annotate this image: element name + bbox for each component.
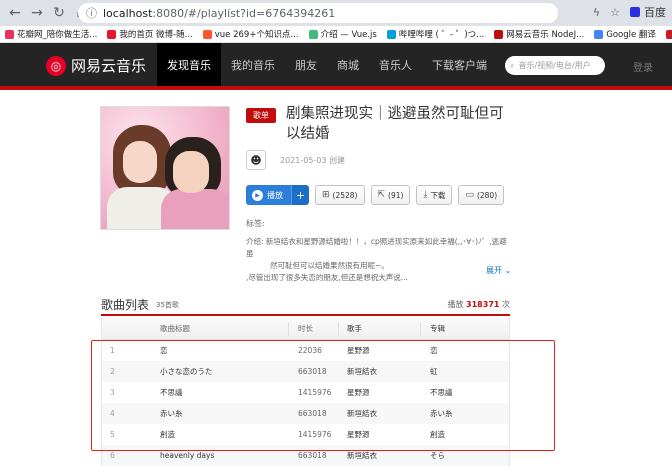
bookmark-item[interactable]: 我的首页 微博-随...	[102, 28, 197, 40]
songlist-heading: 歌曲列表	[101, 298, 150, 312]
comment-button[interactable]: ▭ (280)	[458, 185, 505, 205]
favorite-count: (2528)	[332, 190, 358, 200]
site-logo[interactable]: ◎ 网易云音乐	[46, 55, 146, 76]
bookmark-favicon-icon	[665, 29, 672, 39]
nav-item[interactable]: 下载客户端	[422, 43, 497, 86]
share-button[interactable]: ⇱ (91)	[370, 185, 411, 205]
bookmark-item[interactable]: 花瓣网_陪你做生活...	[0, 28, 102, 40]
nav-item[interactable]: 朋友	[285, 43, 327, 86]
bookmark-item[interactable]: Google 翻译	[589, 28, 661, 40]
expand-link[interactable]: 展开 ⌄	[486, 265, 511, 276]
highlight-box	[91, 340, 555, 451]
bookmark-item[interactable]: 网易云音乐 NodeJ...	[489, 28, 589, 40]
column-title: 歌曲标题	[160, 324, 190, 333]
main-nav: 发现音乐 我的音乐 朋友 商城 音乐人 下载客户端	[157, 43, 497, 86]
add-to-queue-button[interactable]: +	[291, 185, 309, 205]
download-icon: ⤓	[423, 190, 428, 200]
url-host: localhost	[103, 6, 153, 20]
nav-item[interactable]: 我的音乐	[221, 43, 285, 86]
bookmark-item[interactable]: 哔哩哔哩 ( ゜- ゜)つ...	[382, 28, 489, 40]
info-icon: ⓘ	[86, 7, 97, 20]
bookmark-favicon-icon	[308, 29, 318, 39]
expand-label: 展开	[486, 266, 502, 275]
bookmark-item[interactable]: 介绍 — Vue.js	[304, 28, 382, 40]
back-icon[interactable]: ←	[4, 2, 26, 24]
star-icon[interactable]: ☆	[610, 6, 620, 19]
songlist-header: 歌曲列表 35首歌 播放 318371 次	[101, 296, 510, 316]
play-icon: ▶	[252, 189, 263, 201]
play-button[interactable]: ▶ 播放 +	[246, 185, 309, 205]
bookmark-favicon-icon	[494, 29, 504, 39]
site-header: ◎ 网易云音乐 发现音乐 我的音乐 朋友 商城 音乐人 下载客户端 ⌕ 音乐/视频/电台/…	[0, 43, 672, 90]
column-album: 专辑	[430, 324, 445, 333]
playlist-cover-image	[100, 106, 230, 230]
baidu-icon	[630, 7, 640, 17]
creator-info: ☻ 2021-05-03 创建	[246, 150, 345, 170]
play-count: 播放 318371 次	[448, 299, 511, 310]
search-engine-box[interactable]: 百度	[630, 4, 666, 20]
creator-avatar[interactable]: ☻	[246, 150, 266, 170]
comment-count: (280)	[476, 190, 498, 200]
bookmark-item[interactable]: vue 269+个知识点...	[198, 28, 304, 40]
play-count-value: 318371	[466, 300, 500, 309]
playlist-badge: 歌单	[246, 108, 276, 123]
bookmark-favicon-icon	[594, 29, 604, 39]
nav-item[interactable]: 音乐人	[369, 43, 422, 86]
playlist-actions: ▶ 播放 + ⊞ (2528) ⇱ (91) ⤓ 下载 ▭ (280)	[246, 185, 505, 205]
bookmark-label: vue 269+个知识点...	[214, 30, 299, 40]
forward-icon[interactable]: →	[26, 2, 48, 24]
bookmark-favicon-icon	[386, 29, 396, 39]
column-duration: 时长	[298, 324, 313, 333]
netease-logo-icon: ◎	[46, 55, 66, 76]
song-count: 35首歌	[156, 301, 179, 309]
search-engine-label: 百度	[644, 6, 666, 19]
address-bar[interactable]: ⓘ localhost:8080/#/playlist?id=676439426…	[78, 3, 558, 23]
download-button[interactable]: ⤓ 下载	[416, 185, 453, 205]
bookmark-favicon-icon	[202, 29, 212, 39]
play-count-unit: 次	[502, 300, 510, 309]
favorite-button[interactable]: ⊞ (2528)	[315, 185, 365, 205]
bookmark-label: 网易云音乐 NodeJ...	[506, 30, 585, 40]
description-line: 介绍: 新垣结衣和星野源结婚啦！！，cp照进现实原来如此幸福(,,･∀･)ﾉ゛,…	[246, 237, 507, 258]
search-icon: ⌕	[510, 60, 515, 70]
playlist-description: 介绍: 新垣结衣和星野源结婚啦！！，cp照进现实原来如此幸福(,,･∀･)ﾉ゛,…	[246, 236, 514, 284]
bookmark-label: 花瓣网_陪你做生活...	[17, 30, 98, 40]
folder-plus-icon: ⊞	[322, 190, 330, 200]
login-link[interactable]: 登录	[633, 59, 653, 74]
bookmark-item[interactable]: 我的工作台 - Gitee	[661, 28, 672, 40]
nav-item[interactable]: 商城	[327, 43, 369, 86]
share-icon: ⇱	[377, 190, 386, 200]
play-count-label: 播放	[447, 300, 464, 309]
column-artist: 歌手	[347, 324, 362, 333]
site-logo-text: 网易云音乐	[71, 57, 147, 75]
lightning-icon[interactable]: ϟ	[593, 6, 600, 19]
share-count: (91)	[388, 190, 404, 200]
play-label: 播放	[267, 190, 283, 200]
chevron-down-icon: ⌄	[502, 266, 512, 275]
bookmark-favicon-icon	[107, 29, 117, 39]
bookmark-label: 介绍 — Vue.js	[320, 30, 377, 40]
download-label: 下载	[430, 190, 446, 200]
nav-item[interactable]: 发现音乐	[157, 43, 221, 86]
tags-label: 标签:	[246, 219, 265, 228]
bookmark-favicon-icon	[5, 29, 14, 39]
bookmark-label: Google 翻译	[606, 30, 656, 40]
playlist-title: 剧集照进现实｜逃避虽然可耻但可以结婚	[286, 106, 504, 142]
reload-icon[interactable]: ↻	[48, 2, 70, 24]
site-search-input[interactable]: ⌕ 音乐/视频/电台/用户	[505, 56, 605, 75]
toolbar-right: ϟ ☆ 百度	[593, 4, 666, 20]
comment-icon: ▭	[465, 190, 474, 200]
url-path: :8080/#/playlist?id=6764394261	[152, 6, 336, 20]
description-line: ,尽管出现了很多失恋的朋友,但还是想祝大声说...	[246, 273, 408, 282]
site-search-placeholder: 音乐/视频/电台/用户	[518, 61, 591, 70]
bookmark-label: 哔哩哔哩 ( ゜- ゜)つ...	[398, 30, 485, 40]
bookmarks-bar: 花瓣网_陪你做生活... 我的首页 微博-随... vue 269+个知识点... 介…	[0, 26, 672, 43]
description-line: 然可耻但可以结婚果然很有用呢~。	[270, 261, 389, 270]
bookmark-label: 我的首页 微博-随...	[119, 30, 193, 40]
song-table-header: 歌曲标题 时长 歌手 专辑	[102, 318, 509, 340]
created-date: 2021-05-03 创建	[280, 155, 346, 165]
